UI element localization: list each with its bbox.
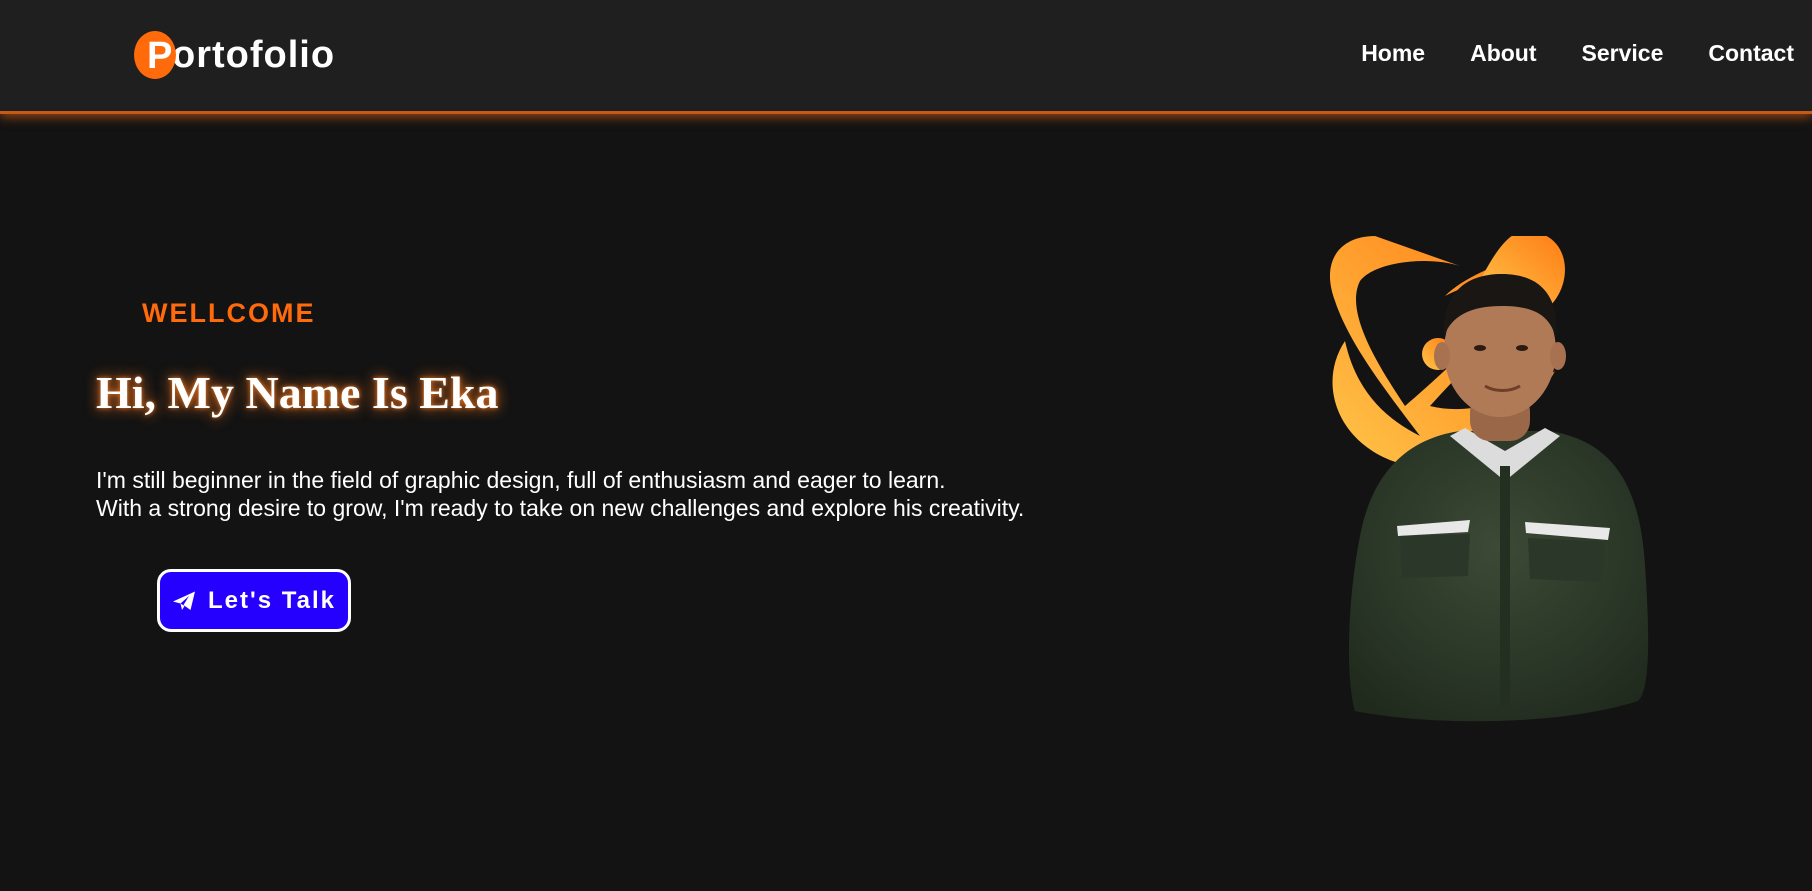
logo-link[interactable]: P ortofolio — [134, 31, 335, 79]
nav-service[interactable]: Service — [1582, 38, 1664, 68]
description-line-2: With a strong desire to grow, I'm ready … — [96, 495, 1025, 521]
site-header: P ortofolio Home About Service Contact — [0, 0, 1812, 114]
welcome-eyebrow: WELLCOME — [142, 298, 316, 328]
nav-home[interactable]: Home — [1361, 38, 1425, 68]
logo-text: ortofolio — [172, 34, 336, 76]
lets-talk-label: Let's Talk — [208, 586, 336, 614]
logo-badge: P — [134, 31, 176, 79]
nav-contact[interactable]: Contact — [1708, 38, 1794, 68]
hero-description: I'm still beginner in the field of graph… — [96, 466, 1024, 522]
main-nav: Home About Service Contact — [1361, 38, 1794, 68]
nav-about[interactable]: About — [1470, 38, 1536, 68]
description-line-1: I'm still beginner in the field of graph… — [96, 467, 946, 493]
lets-talk-button[interactable]: Let's Talk — [157, 569, 351, 632]
paper-plane-icon — [172, 590, 196, 612]
person-photo — [1348, 274, 1649, 722]
logo-initial: P — [147, 35, 174, 77]
hero-title: Hi, My Name Is Eka — [96, 367, 499, 418]
profile-illustration — [1320, 231, 1700, 776]
